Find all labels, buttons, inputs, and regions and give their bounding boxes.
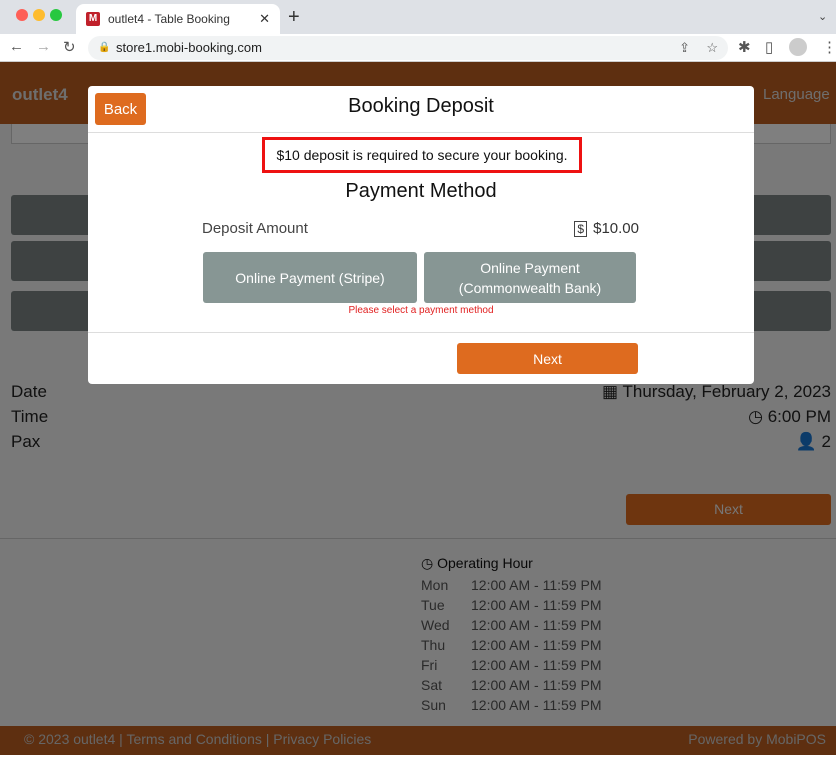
deposit-notice: $10 deposit is required to secure your b…: [262, 137, 582, 173]
extensions-icon[interactable]: ✱: [738, 38, 751, 56]
tab-search-icon[interactable]: ⌄: [818, 10, 827, 23]
deposit-amount-label: Deposit Amount: [202, 220, 308, 237]
payment-error-message: Please select a payment method: [348, 305, 494, 316]
browser-tab[interactable]: M outlet4 - Table Booking ✕: [76, 4, 280, 34]
stripe-payment-button[interactable]: Online Payment (Stripe): [203, 252, 417, 303]
divider: [88, 132, 754, 133]
next-button[interactable]: Next: [457, 343, 638, 374]
divider: [88, 332, 754, 333]
minimize-window-button[interactable]: [33, 9, 45, 21]
side-panel-icon[interactable]: ▯: [765, 38, 773, 56]
share-icon[interactable]: ⇪: [679, 36, 690, 60]
address-bar[interactable]: 🔒 store1.mobi-booking.com ⇪ ☆: [88, 36, 728, 60]
booking-deposit-modal: Back Booking Deposit $10 deposit is requ…: [88, 86, 754, 384]
close-window-button[interactable]: [16, 9, 28, 21]
url-text: store1.mobi-booking.com: [116, 40, 262, 55]
forward-arrow-icon[interactable]: →: [36, 38, 51, 55]
back-arrow-icon[interactable]: ←: [9, 38, 24, 55]
close-tab-icon[interactable]: ✕: [259, 11, 270, 27]
deposit-amount-value: $ $10.00: [574, 220, 639, 237]
favicon-icon: M: [86, 12, 100, 26]
menu-kebab-icon[interactable]: ⋮: [822, 38, 836, 56]
money-bill-icon: $: [574, 221, 588, 237]
bookmark-star-icon[interactable]: ☆: [706, 36, 718, 60]
payment-method-title: Payment Method: [345, 180, 497, 202]
reload-icon[interactable]: ↻: [63, 38, 76, 56]
new-tab-button[interactable]: +: [288, 6, 300, 29]
profile-avatar[interactable]: [789, 38, 807, 56]
lock-icon: 🔒: [98, 42, 111, 53]
maximize-window-button[interactable]: [50, 9, 62, 21]
tab-title: outlet4 - Table Booking: [108, 12, 230, 26]
commonwealth-bank-payment-button[interactable]: Online Payment (Commonwealth Bank): [424, 252, 636, 303]
modal-title: Booking Deposit: [348, 95, 494, 117]
